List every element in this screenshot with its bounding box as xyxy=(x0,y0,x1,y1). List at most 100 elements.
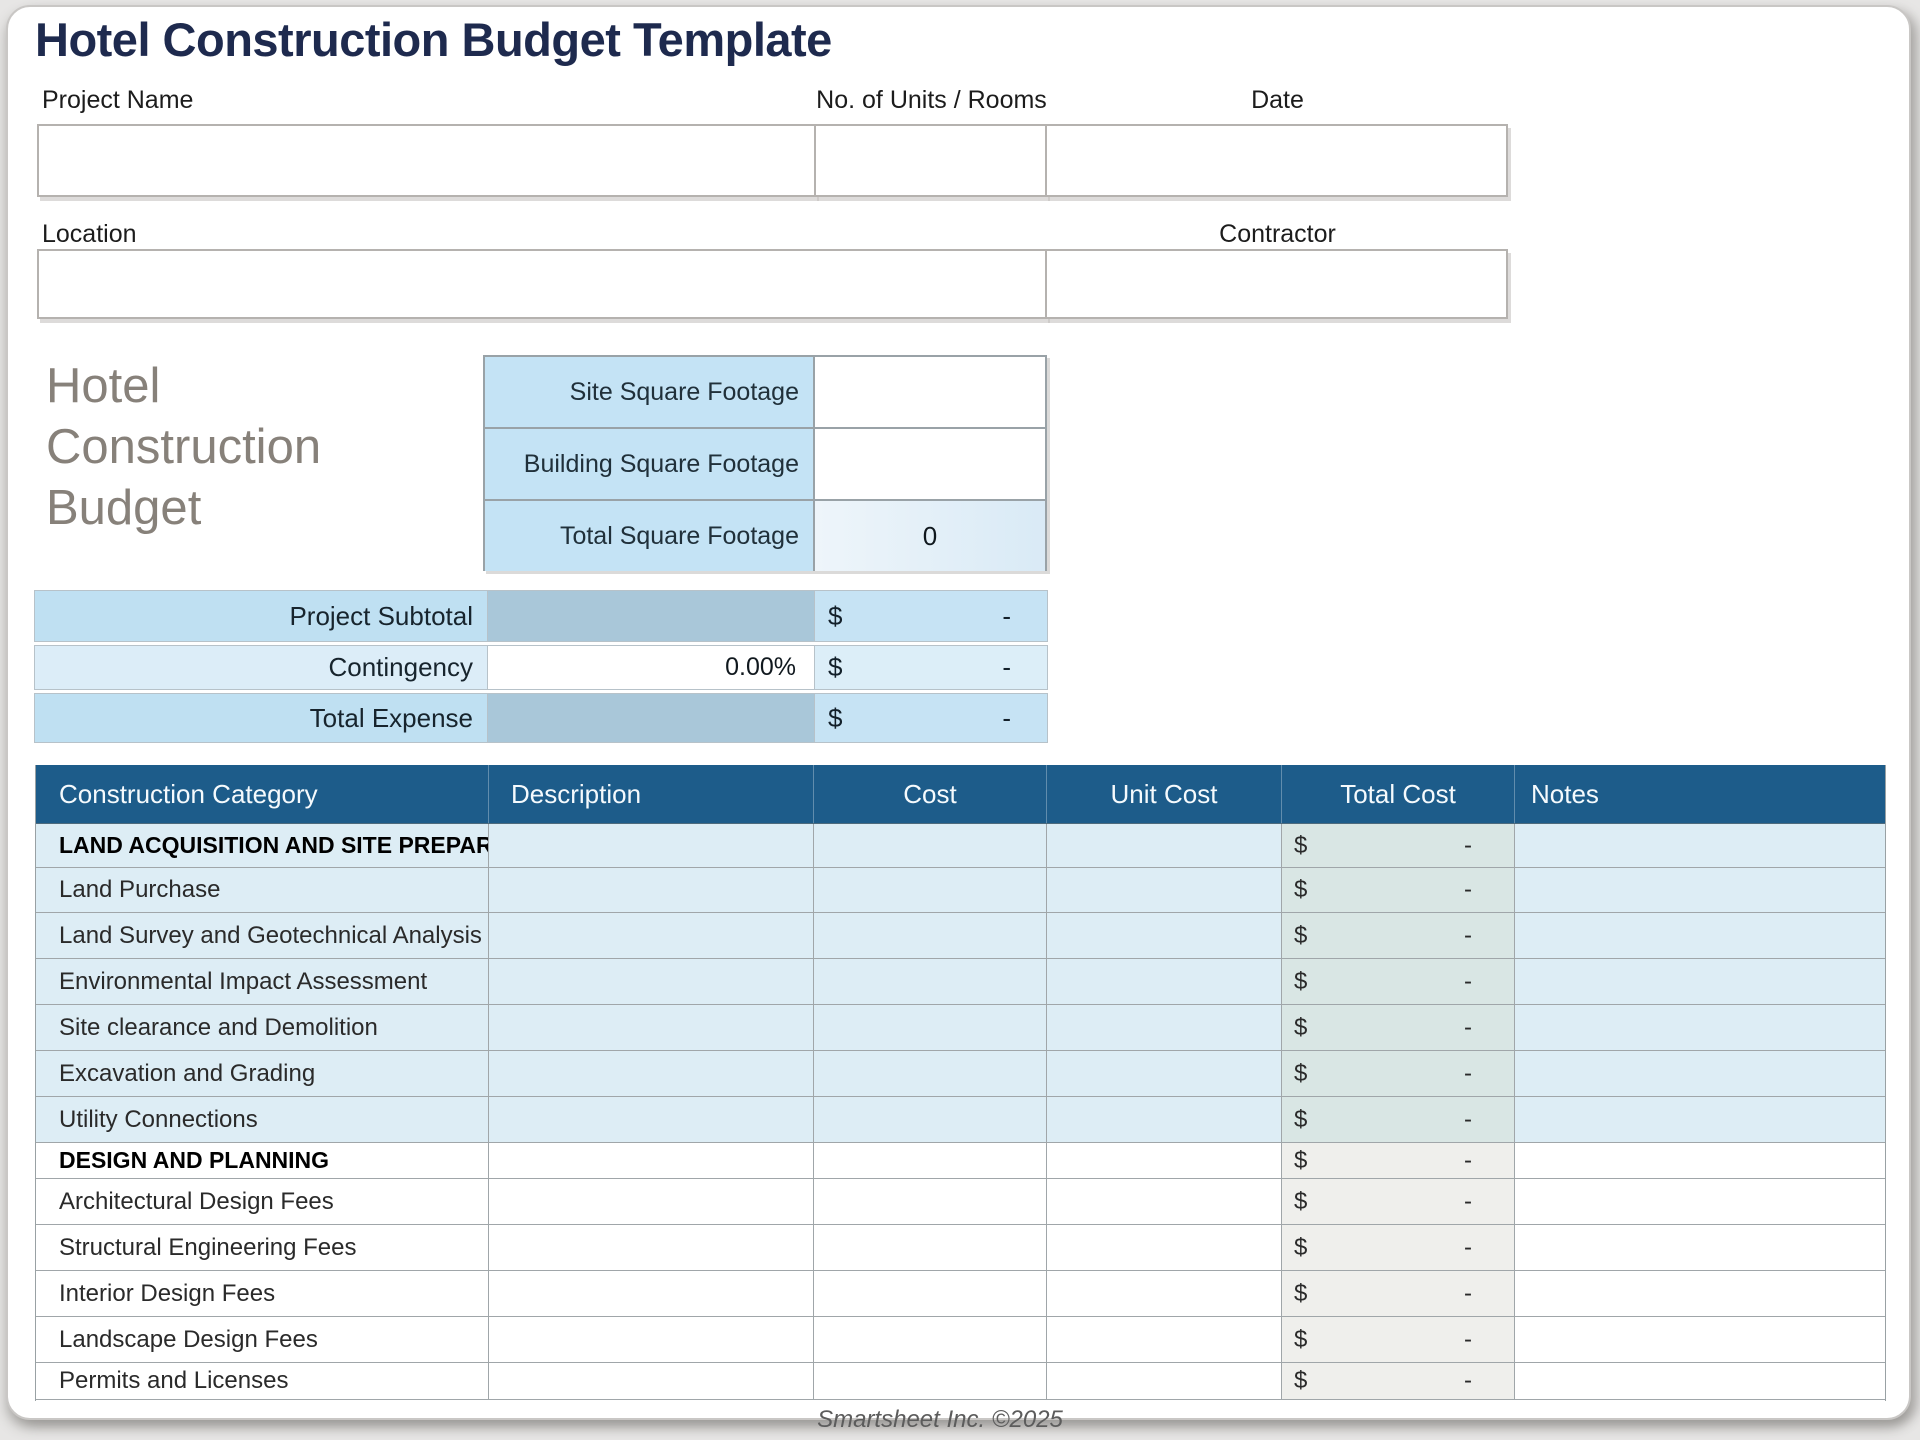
currency-symbol: $ xyxy=(828,652,842,683)
cost-cell[interactable] xyxy=(814,1051,1047,1096)
total-cost-cell[interactable]: $- xyxy=(1282,824,1515,867)
currency-symbol: $ xyxy=(1294,1106,1307,1134)
notes-cell[interactable] xyxy=(1515,1179,1885,1224)
summary-input-cell xyxy=(487,694,815,742)
budget-row: Interior Design Fees $- xyxy=(36,1271,1885,1317)
description-cell[interactable] xyxy=(489,1225,814,1270)
notes-cell[interactable] xyxy=(1515,1225,1885,1270)
column-header-category: Construction Category xyxy=(36,765,489,823)
square-footage-row-label: Total Square Footage xyxy=(485,501,815,571)
notes-cell[interactable] xyxy=(1515,1143,1885,1178)
total-cost-cell[interactable]: $- xyxy=(1282,913,1515,958)
cost-cell[interactable] xyxy=(814,1005,1047,1050)
square-footage-row-label: Site Square Footage xyxy=(485,357,815,427)
budget-row: Permits and Licenses$- xyxy=(36,1363,1885,1400)
category-cell: Interior Design Fees xyxy=(36,1271,489,1316)
description-cell[interactable] xyxy=(489,868,814,912)
budget-row: Utility Connections$- xyxy=(36,1097,1885,1143)
cost-cell[interactable] xyxy=(814,913,1047,958)
description-cell[interactable] xyxy=(489,1179,814,1224)
total-cost-cell[interactable]: $- xyxy=(1282,1051,1515,1096)
category-cell: Landscape Design Fees xyxy=(36,1317,489,1362)
total-cost-cell[interactable]: $- xyxy=(1282,1363,1515,1399)
unit-cost-cell[interactable] xyxy=(1047,1317,1282,1362)
total-cost-cell[interactable]: $- xyxy=(1282,1005,1515,1050)
cost-cell[interactable] xyxy=(814,1143,1047,1178)
amount-value: - xyxy=(1002,652,1011,683)
cost-cell[interactable] xyxy=(814,824,1047,867)
description-cell[interactable] xyxy=(489,1051,814,1096)
notes-cell[interactable] xyxy=(1515,1005,1885,1050)
category-cell: LAND ACQUISITION AND SITE PREPARATION xyxy=(36,824,489,867)
description-cell[interactable] xyxy=(489,913,814,958)
total-cost-cell[interactable]: $- xyxy=(1282,1271,1515,1316)
description-cell[interactable] xyxy=(489,1005,814,1050)
date-input[interactable] xyxy=(1045,124,1508,197)
unit-cost-cell[interactable] xyxy=(1047,1051,1282,1096)
cost-cell[interactable] xyxy=(814,1225,1047,1270)
cost-cell[interactable] xyxy=(814,1363,1047,1399)
currency-symbol: $ xyxy=(1294,1014,1307,1042)
location-input[interactable] xyxy=(37,249,1047,319)
total-cost-cell[interactable]: $- xyxy=(1282,959,1515,1004)
notes-cell[interactable] xyxy=(1515,868,1885,912)
unit-cost-cell[interactable] xyxy=(1047,824,1282,867)
column-header-notes: Notes xyxy=(1515,765,1885,823)
description-cell[interactable] xyxy=(489,1143,814,1178)
description-cell[interactable] xyxy=(489,959,814,1004)
notes-cell[interactable] xyxy=(1515,913,1885,958)
project-name-input[interactable] xyxy=(37,124,816,197)
cost-cell[interactable] xyxy=(814,1317,1047,1362)
unit-cost-cell[interactable] xyxy=(1047,959,1282,1004)
notes-cell[interactable] xyxy=(1515,1051,1885,1096)
cost-cell[interactable] xyxy=(814,1097,1047,1142)
section-header-row: DESIGN AND PLANNING$- xyxy=(36,1143,1885,1179)
budget-row: Structural Engineering Fees$- xyxy=(36,1225,1885,1271)
notes-cell[interactable] xyxy=(1515,959,1885,1004)
description-cell[interactable] xyxy=(489,1097,814,1142)
currency-symbol: $ xyxy=(1294,832,1307,860)
amount-value: - xyxy=(1464,1106,1472,1134)
amount-value: - xyxy=(1002,703,1011,734)
amount-value: - xyxy=(1464,1014,1472,1042)
amount-value: - xyxy=(1464,968,1472,996)
square-footage-value-cell[interactable] xyxy=(815,357,1045,427)
cost-cell[interactable] xyxy=(814,1271,1047,1316)
budget-row: Site clearance and Demolition$- xyxy=(36,1005,1885,1051)
total-cost-cell[interactable]: $- xyxy=(1282,1225,1515,1270)
total-cost-cell[interactable]: $- xyxy=(1282,868,1515,912)
cost-cell[interactable] xyxy=(814,868,1047,912)
total-cost-cell[interactable]: $- xyxy=(1282,1143,1515,1178)
cost-cell[interactable] xyxy=(814,959,1047,1004)
summary-input-cell[interactable]: 0.00% xyxy=(487,646,815,689)
contractor-input[interactable] xyxy=(1045,249,1508,319)
notes-cell[interactable] xyxy=(1515,1271,1885,1316)
unit-cost-cell[interactable] xyxy=(1047,1143,1282,1178)
description-cell[interactable] xyxy=(489,1317,814,1362)
unit-cost-cell[interactable] xyxy=(1047,1225,1282,1270)
summary-amount-cell: $- xyxy=(815,591,1047,641)
description-cell[interactable] xyxy=(489,1271,814,1316)
unit-cost-cell[interactable] xyxy=(1047,868,1282,912)
square-footage-value-cell[interactable] xyxy=(815,429,1045,499)
currency-symbol: $ xyxy=(1294,968,1307,996)
total-cost-cell[interactable]: $- xyxy=(1282,1097,1515,1142)
unit-cost-cell[interactable] xyxy=(1047,1363,1282,1399)
notes-cell[interactable] xyxy=(1515,1317,1885,1362)
unit-cost-cell[interactable] xyxy=(1047,1179,1282,1224)
amount-value: - xyxy=(1464,1280,1472,1308)
description-cell[interactable] xyxy=(489,1363,814,1399)
total-cost-cell[interactable]: $- xyxy=(1282,1317,1515,1362)
amount-value: - xyxy=(1464,1367,1472,1395)
notes-cell[interactable] xyxy=(1515,1363,1885,1399)
total-cost-cell[interactable]: $- xyxy=(1282,1179,1515,1224)
description-cell[interactable] xyxy=(489,824,814,867)
unit-cost-cell[interactable] xyxy=(1047,913,1282,958)
cost-cell[interactable] xyxy=(814,1179,1047,1224)
units-rooms-input[interactable] xyxy=(814,124,1047,197)
notes-cell[interactable] xyxy=(1515,824,1885,867)
notes-cell[interactable] xyxy=(1515,1097,1885,1142)
unit-cost-cell[interactable] xyxy=(1047,1271,1282,1316)
unit-cost-cell[interactable] xyxy=(1047,1097,1282,1142)
unit-cost-cell[interactable] xyxy=(1047,1005,1282,1050)
